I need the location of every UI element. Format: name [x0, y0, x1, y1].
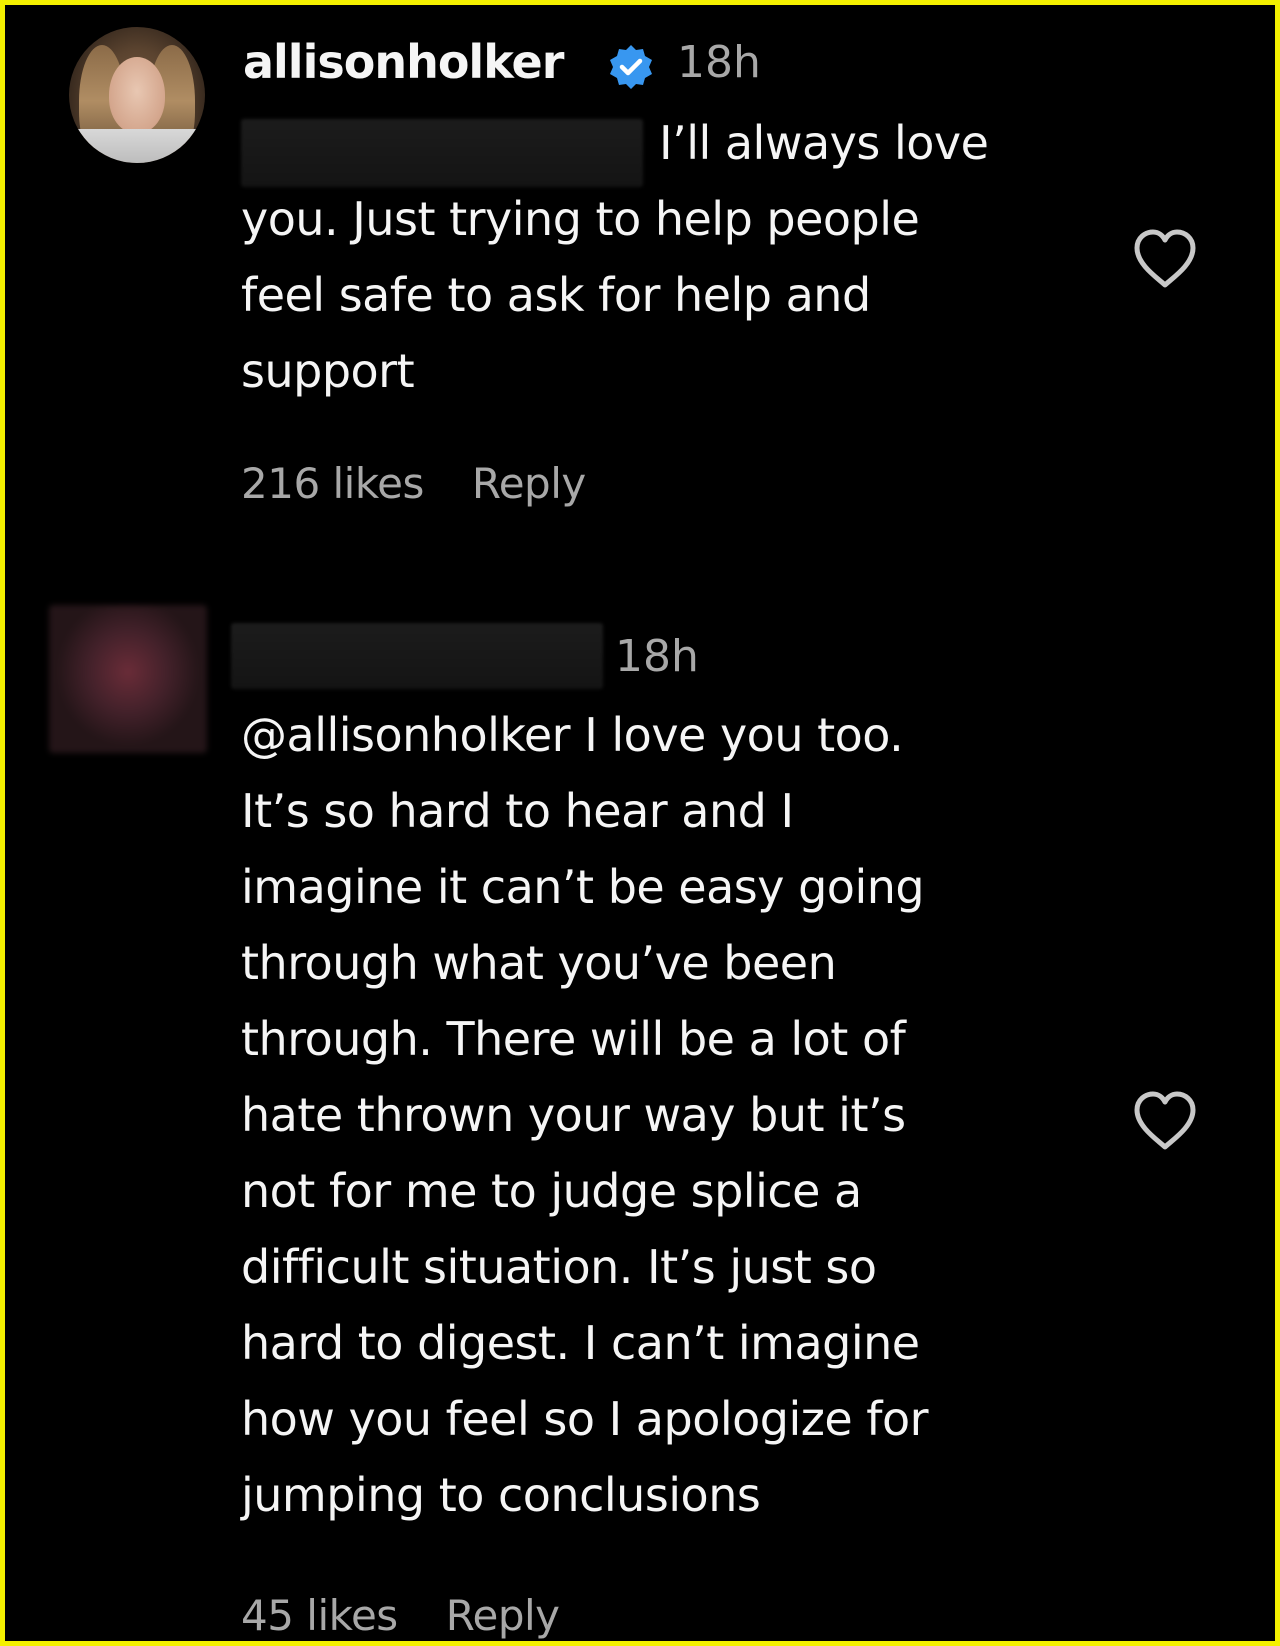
reply-button[interactable]: Reply [472, 459, 586, 508]
heart-outline-icon[interactable] [1131, 227, 1199, 291]
comment-timestamp[interactable]: 18h [677, 37, 761, 88]
avatar-face [109, 57, 165, 133]
comment-timestamp[interactable]: 18h [615, 631, 699, 682]
heart-outline-icon[interactable] [1131, 1089, 1199, 1153]
redacted-username [231, 623, 603, 689]
redacted-mention [241, 119, 643, 187]
comment-text: you. Just trying to help people feel saf… [241, 192, 920, 398]
comment-username[interactable]: allisonholker [243, 35, 564, 89]
likes-count[interactable]: 216 likes [241, 459, 424, 508]
avatar-shirt [69, 129, 205, 163]
comment-actions: 216 likes Reply [241, 459, 586, 508]
avatar[interactable] [49, 605, 207, 753]
likes-count[interactable]: 45 likes [241, 1591, 398, 1640]
verified-badge-icon [610, 45, 652, 89]
comment-text: @allisonholker I love you too. It’s so h… [241, 708, 929, 1522]
comment-text: I’ll always love [659, 116, 989, 170]
avatar[interactable] [69, 27, 205, 163]
comment-thread: allisonholker 18h I’ll always love you. … [0, 0, 1280, 1646]
comment-actions: 45 likes Reply [241, 1591, 560, 1640]
reply-button[interactable]: Reply [446, 1591, 560, 1640]
